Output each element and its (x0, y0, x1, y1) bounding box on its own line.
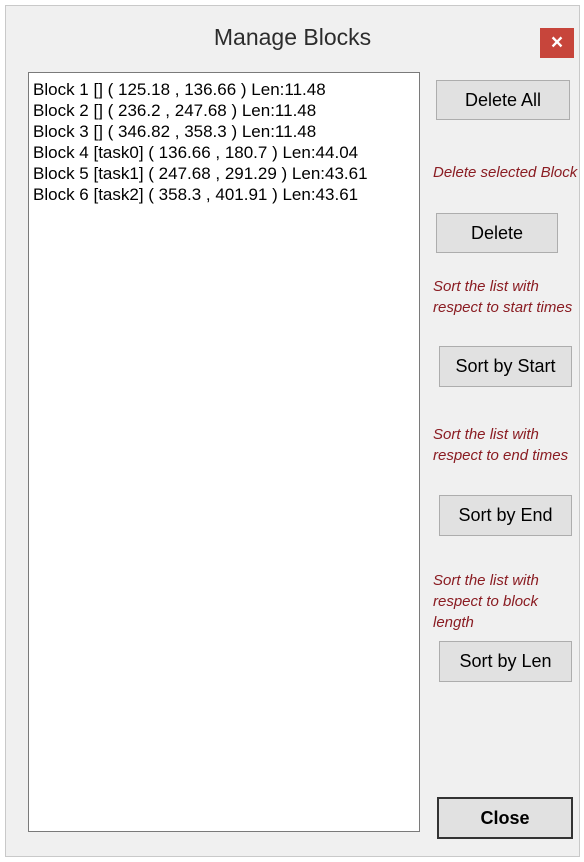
window-title: Manage Blocks (213, 24, 372, 50)
delete-button[interactable]: Delete (436, 213, 558, 253)
blocks-listbox[interactable]: Block 1 [] ( 125.18 , 136.66 ) Len:11.48… (28, 72, 420, 832)
sort-by-len-button[interactable]: Sort by Len (439, 641, 572, 682)
close-window-icon[interactable]: × (540, 28, 574, 58)
list-item[interactable]: Block 3 [] ( 346.82 , 358.3 ) Len:11.48 (33, 121, 415, 142)
delete-hint-text: Delete selected Block (433, 164, 578, 181)
sort-by-end-button[interactable]: Sort by End (439, 495, 572, 536)
title-bar: Manage Blocks × (6, 6, 579, 72)
list-item[interactable]: Block 6 [task2] ( 358.3 , 401.91 ) Len:4… (33, 184, 415, 205)
list-item[interactable]: Block 4 [task0] ( 136.66 , 180.7 ) Len:4… (33, 142, 415, 163)
close-button[interactable]: Close (437, 797, 573, 839)
manage-blocks-dialog: Manage Blocks × Block 1 [] ( 125.18 , 13… (5, 5, 580, 857)
list-item[interactable]: Block 1 [] ( 125.18 , 136.66 ) Len:11.48 (33, 79, 415, 100)
sort-end-hint-text: Sort the list with respect to end times (433, 426, 569, 464)
delete-all-button[interactable]: Delete All (436, 80, 570, 120)
sort-start-hint-text: Sort the list with respect to start time… (433, 278, 573, 316)
sort-len-hint-text: Sort the list with respect to block leng… (433, 572, 539, 631)
list-item[interactable]: Block 2 [] ( 236.2 , 247.68 ) Len:11.48 (33, 100, 415, 121)
list-item[interactable]: Block 5 [task1] ( 247.68 , 291.29 ) Len:… (33, 163, 415, 184)
sort-by-start-button[interactable]: Sort by Start (439, 346, 572, 387)
